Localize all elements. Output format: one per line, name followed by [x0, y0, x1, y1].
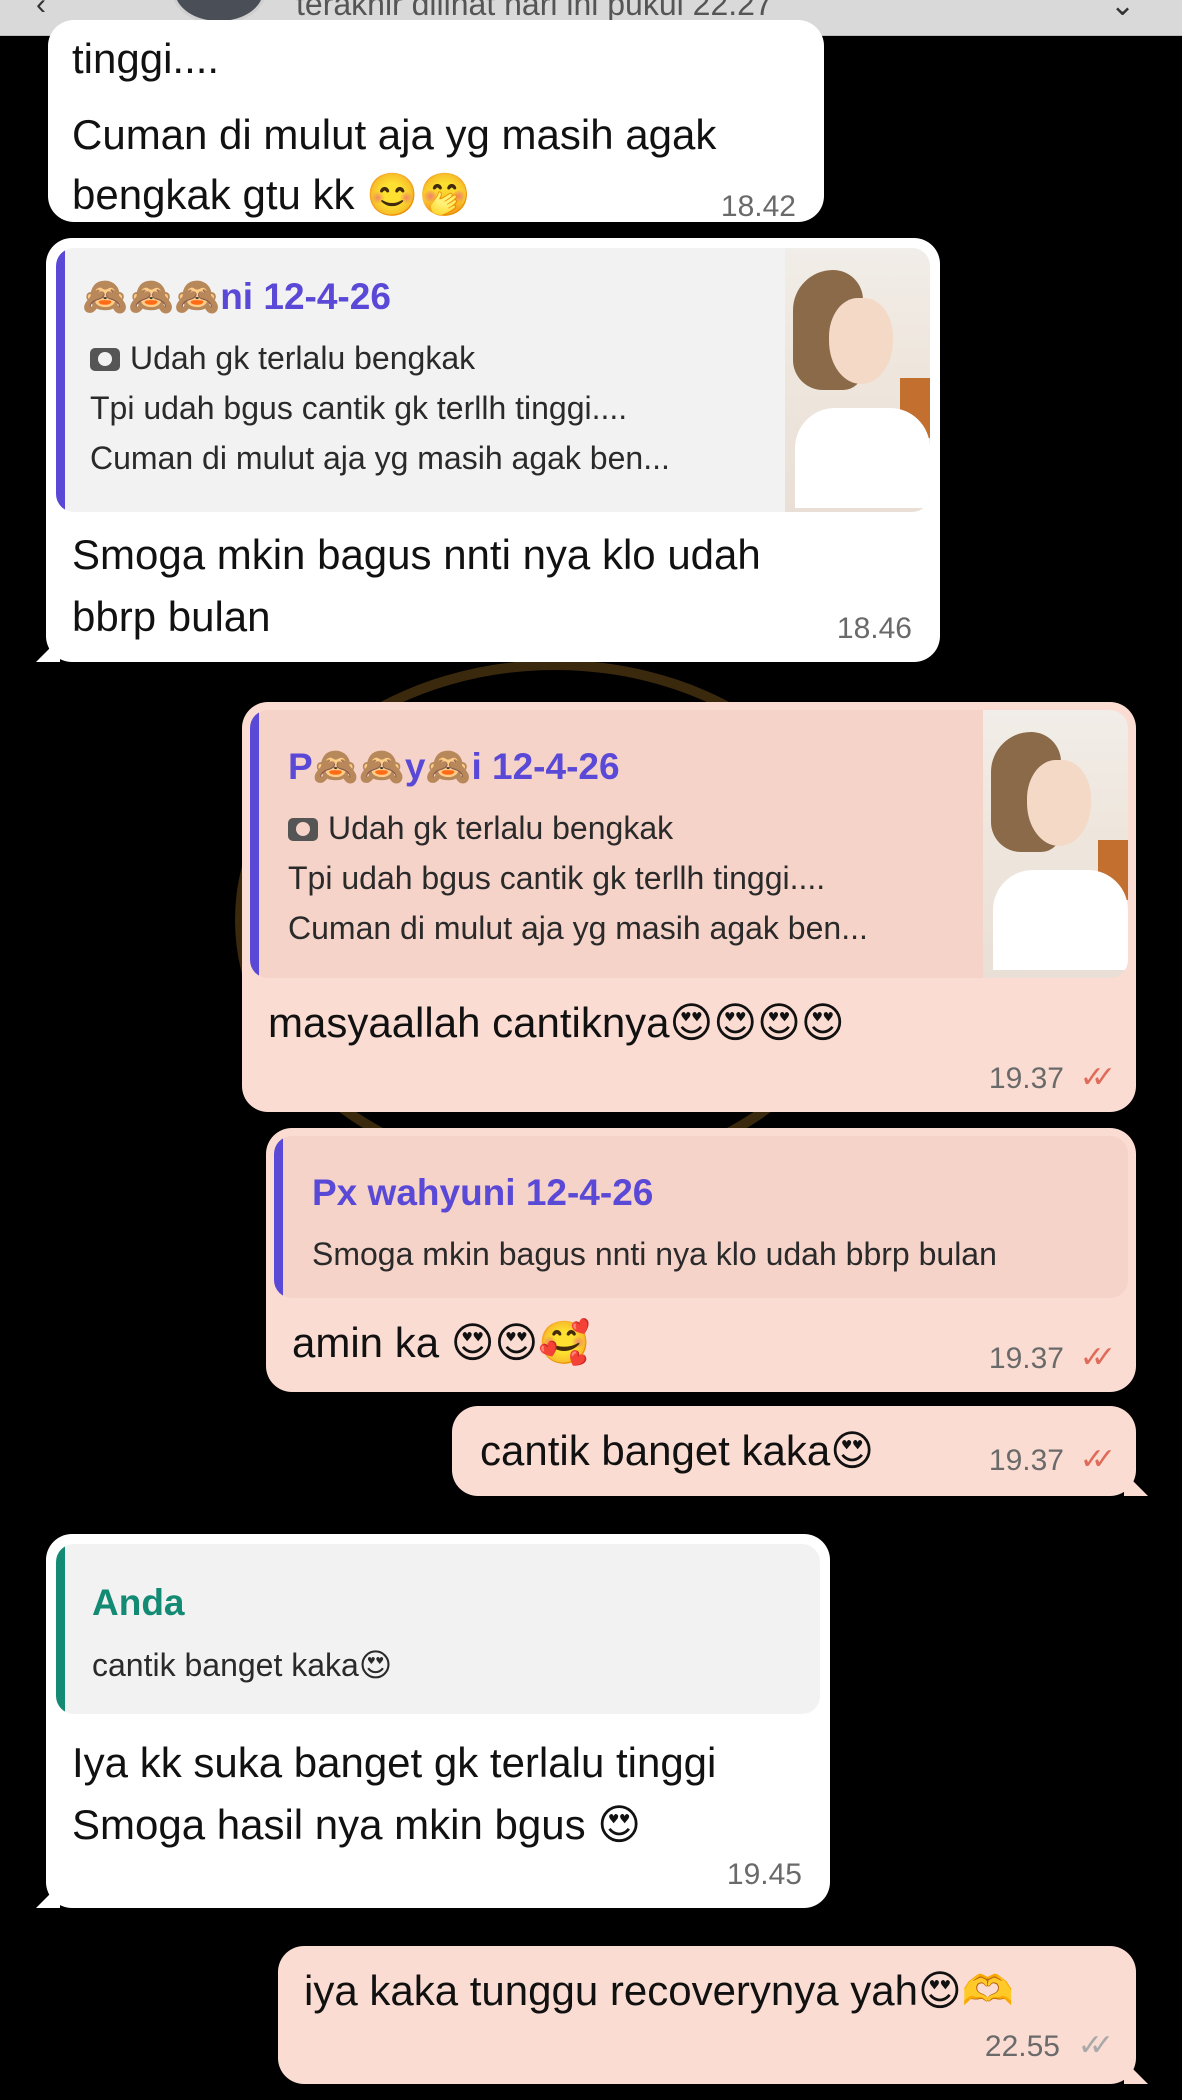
- message-bubble-outgoing[interactable]: P🙈🙈y🙈i 12-4-26 Udah gk terlalu bengkak T…: [242, 702, 1136, 1112]
- photo-detail: [993, 870, 1128, 970]
- double-check-icon: ✓✓: [1077, 2029, 1114, 2062]
- double-check-icon: ✓✓: [1079, 1341, 1116, 1374]
- double-check-icon: ✓✓: [1079, 1443, 1116, 1476]
- chat-screen: ‹ terakhir dilihat hari ini pukul 22.27 …: [0, 0, 1182, 2100]
- bubble-tail: [36, 1884, 60, 1908]
- quoted-sender-name: 🙈🙈🙈ni 12-4-26: [82, 276, 391, 317]
- message-text: cantik banget kaka😍: [480, 1427, 875, 1474]
- message-time: 18.46: [836, 612, 912, 645]
- quoted-caption: Udah gk terlalu bengkak: [90, 340, 475, 377]
- message-text: amin ka 😍😍🥰: [292, 1319, 591, 1366]
- camera-icon: [288, 818, 318, 841]
- quoted-message[interactable]: 🙈🙈🙈ni 12-4-26 Udah gk terlalu bengkak Tp…: [56, 248, 930, 512]
- quoted-caption: Udah gk terlalu bengkak: [288, 810, 673, 847]
- quoted-message[interactable]: Anda cantik banget kaka😍: [56, 1544, 820, 1714]
- quoted-sender-name: P🙈🙈y🙈i 12-4-26: [288, 746, 620, 787]
- message-text: Smoga hasil nya mkin bgus 😍: [72, 1801, 642, 1848]
- back-chevron-icon[interactable]: ‹: [36, 0, 46, 22]
- message-time: 22.55: [984, 2030, 1060, 2063]
- quoted-line: Cuman di mulut aja yg masih agak ben...: [90, 440, 670, 476]
- message-text: masyaallah cantiknya😍😍😍😍: [268, 999, 845, 1046]
- message-time: 19.37: [988, 1444, 1064, 1477]
- quoted-line: cantik banget kaka😍: [92, 1647, 393, 1683]
- bubble-tail: [1124, 1472, 1148, 1496]
- quoted-line: Cuman di mulut aja yg masih agak ben...: [288, 910, 868, 946]
- quoted-sender-name: Px wahyuni 12-4-26: [312, 1172, 654, 1213]
- quote-accent-bar: [250, 710, 259, 978]
- photo-detail: [1027, 760, 1091, 846]
- message-bubble-incoming[interactable]: tinggi.... Cuman di mulut aja yg masih a…: [48, 20, 824, 223]
- message-text: bbrp bulan: [72, 593, 271, 640]
- photo-detail: [829, 298, 893, 384]
- quoted-line: Tpi udah bgus cantik gk terllh tinggi...…: [288, 860, 826, 896]
- message-text: Cuman di mulut aja yg masih agak: [72, 111, 717, 158]
- camera-icon: [90, 348, 120, 371]
- message-time: 19.37: [988, 1342, 1064, 1375]
- quoted-line: Tpi udah bgus cantik gk terllh tinggi...…: [90, 390, 628, 426]
- message-time: 19.45: [726, 1858, 802, 1891]
- bubble-tail: [36, 638, 60, 662]
- double-check-icon: ✓✓: [1079, 1061, 1116, 1094]
- quote-accent-bar: [56, 248, 65, 512]
- call-icon[interactable]: ⌄: [1110, 0, 1135, 23]
- quoted-line: Udah gk terlalu bengkak: [130, 340, 476, 376]
- message-text: Iya kk suka banget gk terlalu tinggi: [72, 1739, 717, 1786]
- message-bubble-incoming[interactable]: 🙈🙈🙈ni 12-4-26 Udah gk terlalu bengkak Tp…: [36, 238, 940, 662]
- photo-detail: [795, 408, 930, 508]
- quoted-line: Smoga mkin bagus nnti nya klo udah bbrp …: [312, 1236, 997, 1272]
- quoted-line: Udah gk terlalu bengkak: [328, 810, 674, 846]
- quoted-photo-thumbnail[interactable]: [983, 710, 1128, 978]
- quoted-photo-thumbnail[interactable]: [785, 248, 930, 512]
- message-bubble-incoming[interactable]: Anda cantik banget kaka😍 Iya kk suka ban…: [36, 1534, 830, 1908]
- message-bubble-outgoing[interactable]: Px wahyuni 12-4-26 Smoga mkin bagus nnti…: [266, 1128, 1136, 1392]
- message-text: bengkak gtu kk 😊🤭: [72, 171, 471, 218]
- message-text: iya kaka tunggu recoverynya yah😍🫶: [304, 1967, 1015, 2014]
- quote-accent-bar: [56, 1544, 65, 1714]
- quoted-message[interactable]: P🙈🙈y🙈i 12-4-26 Udah gk terlalu bengkak T…: [250, 710, 1128, 978]
- bubble-tail: [1124, 2060, 1148, 2084]
- quote-accent-bar: [274, 1136, 283, 1298]
- message-time: 18.42: [720, 190, 796, 223]
- message-time: 19.37: [988, 1062, 1064, 1095]
- message-bubble-outgoing[interactable]: cantik banget kaka😍 19.37 ✓✓: [452, 1406, 1148, 1496]
- message-text: Smoga mkin bagus nnti nya klo udah: [72, 531, 761, 578]
- message-bubble-outgoing[interactable]: iya kaka tunggu recoverynya yah😍🫶 22.55 …: [278, 1946, 1148, 2084]
- message-text: tinggi....: [72, 35, 220, 82]
- quoted-sender-name: Anda: [92, 1582, 185, 1623]
- quoted-message[interactable]: Px wahyuni 12-4-26 Smoga mkin bagus nnti…: [274, 1136, 1128, 1298]
